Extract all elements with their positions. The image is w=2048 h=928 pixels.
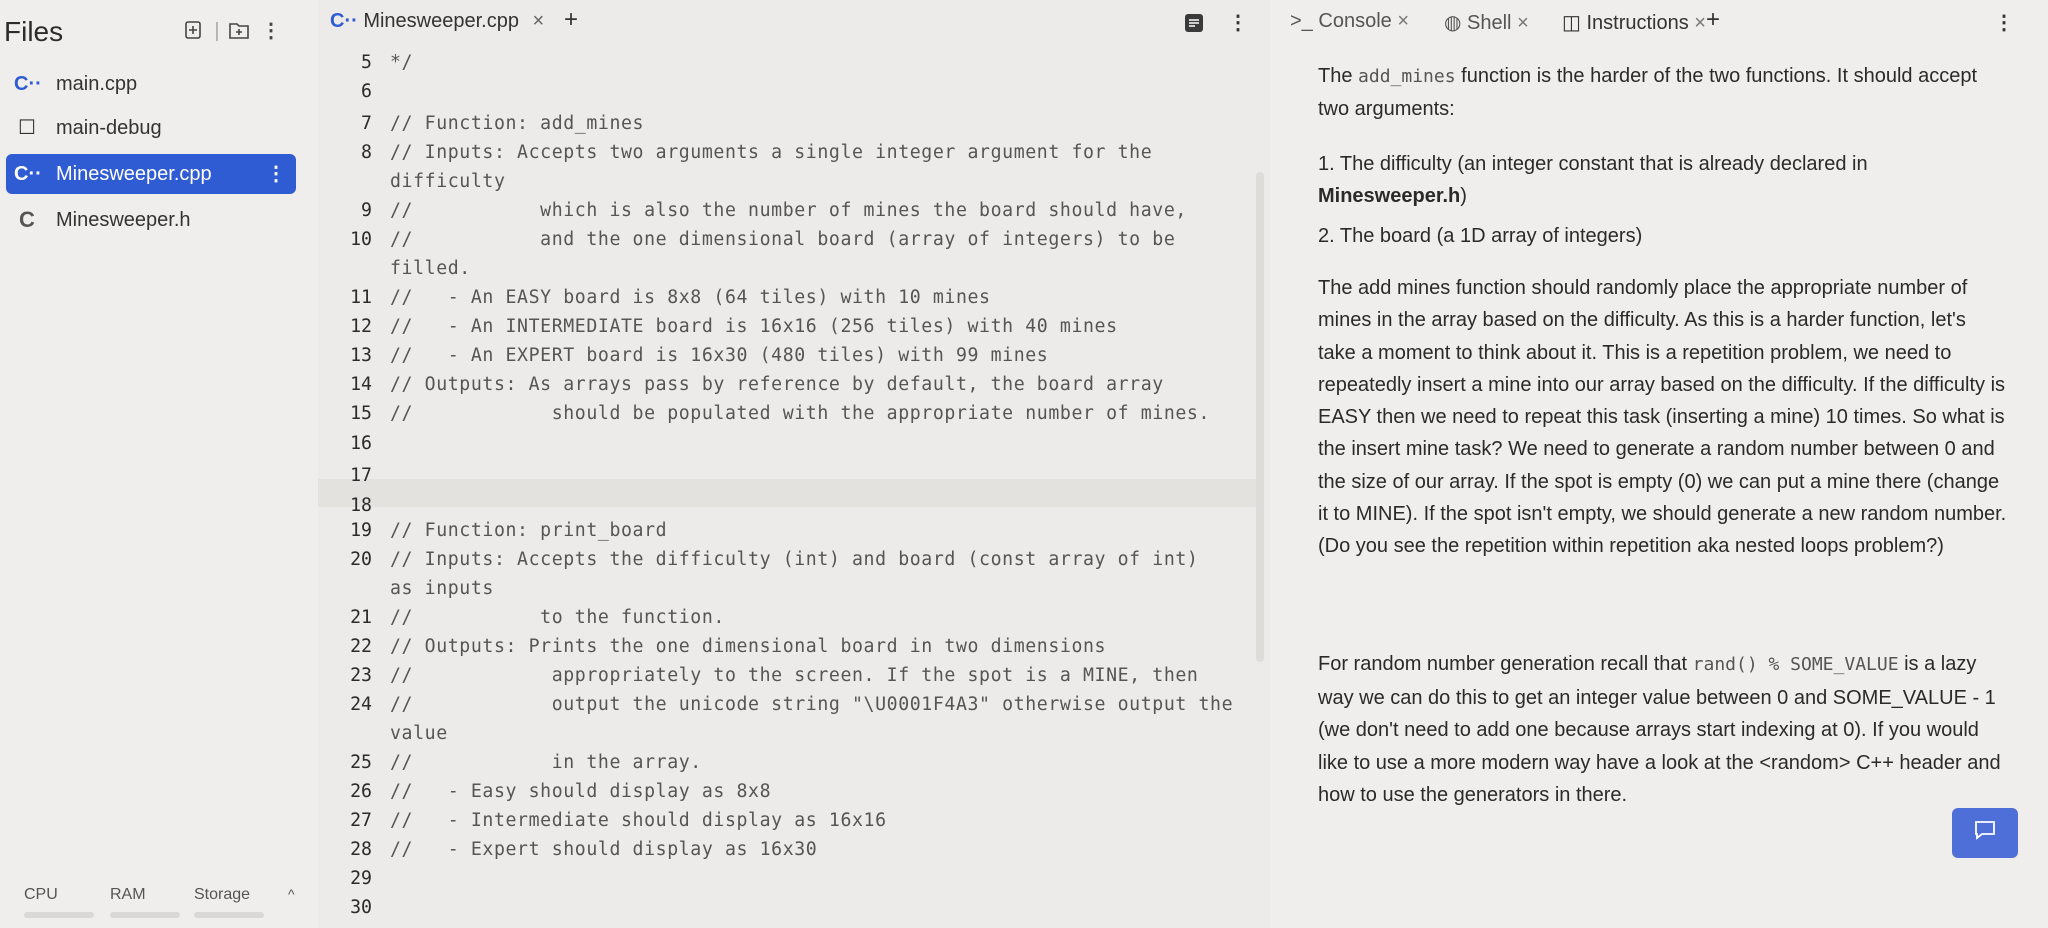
ram-usage-bar bbox=[110, 912, 180, 918]
shell-icon: ◍ bbox=[1444, 12, 1462, 34]
file-name: main.cpp bbox=[56, 73, 138, 95]
cpu-label: CPU bbox=[24, 886, 58, 903]
editor-options-icon[interactable]: ⋮ bbox=[1228, 10, 1248, 35]
instructions-list-item-2: 2. The board (a 1D array of integers) bbox=[1318, 225, 1643, 247]
current-line-highlight bbox=[318, 479, 1258, 507]
tab-label: Shell bbox=[1467, 12, 1512, 34]
new-tab-button[interactable]: + bbox=[564, 6, 578, 34]
storage-label: Storage bbox=[194, 886, 251, 903]
tab-shell[interactable]: ◍ Shell × bbox=[1444, 10, 1529, 35]
cpu-usage-bar bbox=[24, 912, 94, 918]
right-pane: >_ Console × ◍ Shell × ◫ Instructions × … bbox=[1270, 0, 2048, 928]
code-area[interactable]: 5 */ 6 7// Function: add_mines 8// Inputs… bbox=[318, 52, 1270, 928]
file-name: main-debug bbox=[56, 117, 162, 139]
file-item-main-cpp[interactable]: C·· main.cpp bbox=[6, 64, 296, 104]
more-options-icon[interactable]: ⋮ bbox=[260, 20, 282, 42]
tab-label: Console bbox=[1318, 10, 1392, 32]
file-item-minesweeper-h[interactable]: C Minesweeper.h bbox=[6, 200, 296, 240]
close-icon[interactable]: × bbox=[1517, 12, 1529, 34]
tab-label: Minesweeper.cpp bbox=[363, 10, 519, 32]
file-icon: ☐ bbox=[18, 117, 36, 139]
files-header: Files | ⋮ bbox=[0, 10, 318, 50]
file-item-minesweeper-cpp[interactable]: C·· Minesweeper.cpp ⋮ bbox=[6, 154, 296, 194]
close-icon[interactable]: × bbox=[1397, 10, 1409, 32]
new-folder-icon[interactable] bbox=[228, 20, 250, 42]
files-title: Files bbox=[4, 16, 64, 47]
new-file-icon[interactable] bbox=[182, 20, 204, 42]
format-icon[interactable] bbox=[1184, 13, 1204, 39]
tab-console[interactable]: >_ Console × bbox=[1290, 10, 1409, 33]
tab-label: Instructions bbox=[1586, 12, 1689, 34]
instructions-paragraph-2: The add mines function should randomly p… bbox=[1318, 277, 2007, 558]
cpp-file-icon: C·· bbox=[14, 73, 42, 95]
inline-code: add_mines bbox=[1358, 66, 1456, 87]
code-editor: C·· Minesweeper.cpp × + ⋮ 5 */ 6 7// Func… bbox=[318, 0, 1270, 928]
editor-scrollbar[interactable] bbox=[1256, 172, 1264, 662]
ram-label: RAM bbox=[110, 886, 146, 903]
divider: | bbox=[214, 20, 220, 42]
book-icon: ◫ bbox=[1562, 12, 1581, 34]
cpp-file-icon: C·· bbox=[14, 163, 42, 185]
files-pane: Files | ⋮ C·· main.cpp ☐ main-debug C·· … bbox=[0, 0, 318, 928]
file-item-main-debug[interactable]: ☐ main-debug bbox=[6, 108, 296, 148]
storage-usage-bar bbox=[194, 912, 264, 918]
tab-minesweeper-cpp[interactable]: C·· Minesweeper.cpp × bbox=[330, 10, 544, 33]
terminal-icon: >_ bbox=[1290, 10, 1313, 32]
inline-code: rand() % SOME_VALUE bbox=[1692, 654, 1899, 675]
chat-icon[interactable] bbox=[1952, 808, 2018, 858]
close-icon[interactable]: × bbox=[1694, 12, 1706, 34]
close-icon[interactable]: × bbox=[533, 10, 545, 32]
file-name: Minesweeper.h bbox=[56, 209, 191, 231]
tab-instructions[interactable]: ◫ Instructions × bbox=[1562, 10, 1706, 35]
new-tab-button[interactable]: + bbox=[1706, 6, 1720, 34]
header-file-icon: C bbox=[19, 207, 35, 232]
chevron-up-icon[interactable]: ^ bbox=[288, 886, 295, 902]
instructions-paragraph-3: For random number generation recall that… bbox=[1318, 653, 2001, 806]
file-name: Minesweeper.cpp bbox=[56, 163, 212, 185]
instructions-list-item-1: 1. The difficulty (an integer constant t… bbox=[1318, 153, 1868, 207]
cpp-file-icon: C·· bbox=[330, 10, 358, 32]
pane-options-icon[interactable]: ⋮ bbox=[1994, 10, 2014, 35]
instructions-paragraph-1: The add_mines function is the harder of … bbox=[1318, 65, 1977, 120]
editor-tabbar: C·· Minesweeper.cpp × + ⋮ bbox=[318, 0, 1270, 48]
file-options-icon[interactable]: ⋮ bbox=[266, 154, 286, 194]
